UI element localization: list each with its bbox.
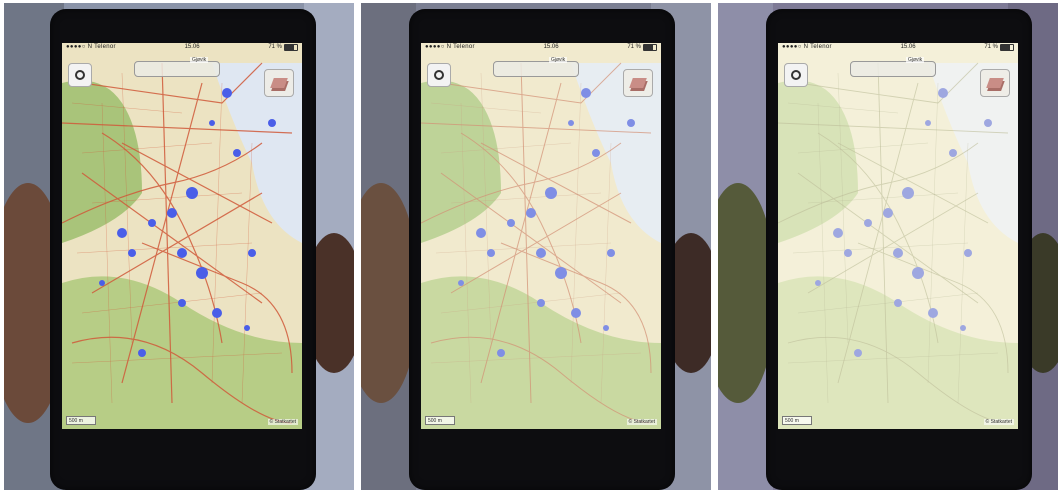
carrier-label: ●●●●○ N Telenor [66, 44, 116, 50]
clock: 15.06 [543, 44, 559, 50]
carrier-label: ●●●●○ N Telenor [782, 44, 832, 50]
battery-percent: 71 % [984, 44, 998, 50]
phone-device: ●●●●○ N Telenor 15.06 71 % Gjøvik 500 m … [50, 9, 316, 490]
search-input[interactable] [850, 61, 936, 77]
scale-bar: 500 m [66, 416, 96, 425]
settings-button[interactable] [68, 63, 92, 87]
battery-icon [643, 43, 657, 51]
scale-bar: 500 m [425, 416, 455, 425]
layers-button[interactable] [980, 69, 1010, 97]
battery-percent: 71 % [627, 44, 641, 50]
battery-icon [284, 43, 298, 51]
battery-icon [1000, 43, 1014, 51]
photo-panel-3: ●●●●○ N Telenor 15.06 71 % Gjøvik 500 m … [718, 3, 1062, 490]
photo-panel-1: ●●●●○ N Telenor 15.06 71 % Gjøvik 500 m … [4, 3, 354, 490]
layers-icon [270, 78, 288, 88]
place-label: Gjøvik [549, 57, 568, 63]
map-attribution: © Statkartet [267, 419, 298, 425]
layers-icon [986, 78, 1004, 88]
status-bar: ●●●●○ N Telenor 15.06 71 % [62, 43, 302, 53]
settings-button[interactable] [784, 63, 808, 87]
place-label: Gjøvik [190, 57, 209, 63]
clock: 15.06 [900, 44, 916, 50]
layers-button[interactable] [264, 69, 294, 97]
gear-icon [75, 70, 85, 80]
battery-indicator: 71 % [984, 43, 1014, 51]
map-attribution: © Statkartet [626, 419, 657, 425]
battery-percent: 71 % [268, 44, 282, 50]
map-screen[interactable]: ●●●●○ N Telenor 15.06 71 % Gjøvik 500 m … [421, 43, 661, 429]
battery-indicator: 71 % [268, 43, 298, 51]
clock: 15.06 [184, 44, 200, 50]
layers-button[interactable] [623, 69, 653, 97]
map-attribution: © Statkartet [983, 419, 1014, 425]
map-screen[interactable]: ●●●●○ N Telenor 15.06 71 % Gjøvik 500 m … [778, 43, 1018, 429]
carrier-label: ●●●●○ N Telenor [425, 44, 475, 50]
settings-button[interactable] [427, 63, 451, 87]
battery-indicator: 71 % [627, 43, 657, 51]
photo-panel-2: ●●●●○ N Telenor 15.06 71 % Gjøvik 500 m … [361, 3, 711, 490]
layers-icon [629, 78, 647, 88]
search-input[interactable] [134, 61, 220, 77]
gear-icon [791, 70, 801, 80]
map-canvas[interactable] [421, 43, 661, 429]
gear-icon [434, 70, 444, 80]
map-canvas[interactable] [62, 43, 302, 429]
status-bar: ●●●●○ N Telenor 15.06 71 % [421, 43, 661, 53]
map-canvas[interactable] [778, 43, 1018, 429]
scale-bar: 500 m [782, 416, 812, 425]
phone-device: ●●●●○ N Telenor 15.06 71 % Gjøvik 500 m … [409, 9, 675, 490]
status-bar: ●●●●○ N Telenor 15.06 71 % [778, 43, 1018, 53]
map-screen[interactable]: ●●●●○ N Telenor 15.06 71 % Gjøvik 500 m … [62, 43, 302, 429]
search-input[interactable] [493, 61, 579, 77]
place-label: Gjøvik [906, 57, 925, 63]
phone-device: ●●●●○ N Telenor 15.06 71 % Gjøvik 500 m … [766, 9, 1032, 490]
